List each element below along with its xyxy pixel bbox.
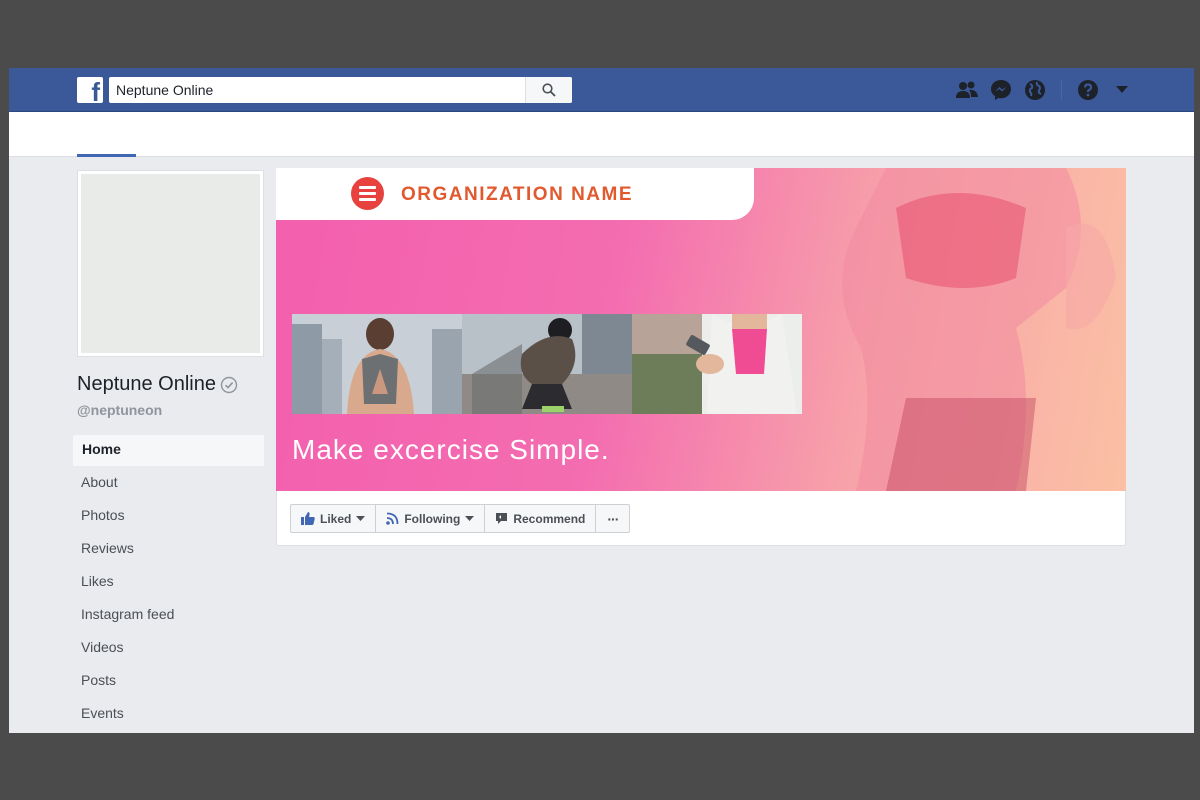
thumbs-up-icon [301, 512, 315, 525]
nav-item-posts[interactable]: Posts [72, 665, 265, 698]
help-icon[interactable] [1076, 78, 1100, 102]
recommend-button[interactable]: Recommend [484, 504, 597, 533]
page-handle[interactable]: @neptuneon [77, 402, 162, 418]
photo-yoga-back [292, 314, 462, 414]
nav-item-instagram-feed[interactable]: Instagram feed [72, 599, 265, 632]
caret-down-icon [356, 516, 366, 521]
liked-button[interactable]: Liked [290, 504, 377, 533]
verified-check-icon [220, 376, 238, 394]
action-buttons: Liked Following Recommend ··· [290, 504, 631, 533]
divider [1061, 80, 1062, 100]
profile-picture[interactable] [77, 170, 264, 357]
search-button[interactable] [525, 77, 572, 103]
globe-icon[interactable] [1023, 78, 1047, 102]
organization-name: ORGANIZATION NAME [401, 184, 634, 205]
search-input[interactable] [109, 77, 524, 103]
following-button[interactable]: Following [375, 504, 486, 533]
friends-icon[interactable] [955, 78, 979, 102]
organization-banner: ORGANIZATION NAME [276, 168, 754, 220]
caret-down-icon[interactable] [1110, 78, 1134, 102]
organization-logo-icon [351, 177, 384, 210]
caret-down-icon [465, 516, 475, 521]
nav-item-about[interactable]: About [72, 467, 265, 500]
cover-photo-strip [292, 314, 802, 414]
top-icons [945, 78, 1134, 102]
photo-woman-with-phone [632, 314, 802, 414]
cover-photo[interactable]: ORGANIZATION NAME Make excercise Simple. [276, 168, 1126, 491]
cover-tagline: Make excercise Simple. [292, 434, 610, 465]
page-nav-strip [9, 112, 1194, 157]
facebook-page-window: f Neptune Online Neptune Online @neptune… [9, 68, 1194, 733]
top-bar: f [9, 68, 1194, 112]
page-action-bar: Liked Following Recommend ··· [276, 491, 1126, 546]
nav-item-reviews[interactable]: Reviews [72, 533, 265, 566]
nav-item-home[interactable]: Home [72, 434, 265, 467]
page-title[interactable]: Neptune Online [77, 373, 238, 396]
comment-bubble-icon [495, 512, 508, 525]
nav-item-events[interactable]: Events [72, 698, 265, 731]
photo-runner-tying-shoe [462, 314, 632, 414]
search-icon [542, 83, 556, 97]
active-tab-indicator [77, 154, 136, 157]
more-options-button[interactable]: ··· [595, 504, 631, 533]
nav-item-videos[interactable]: Videos [72, 632, 265, 665]
left-nav: Home About Photos Reviews Likes Instagra… [72, 434, 265, 731]
rss-feed-icon [386, 512, 399, 525]
messenger-icon[interactable] [989, 78, 1013, 102]
search-box [109, 77, 572, 103]
facebook-logo-icon[interactable]: f [77, 77, 103, 105]
nav-item-photos[interactable]: Photos [72, 500, 265, 533]
runner-figure-image [842, 168, 1116, 491]
nav-item-likes[interactable]: Likes [72, 566, 265, 599]
